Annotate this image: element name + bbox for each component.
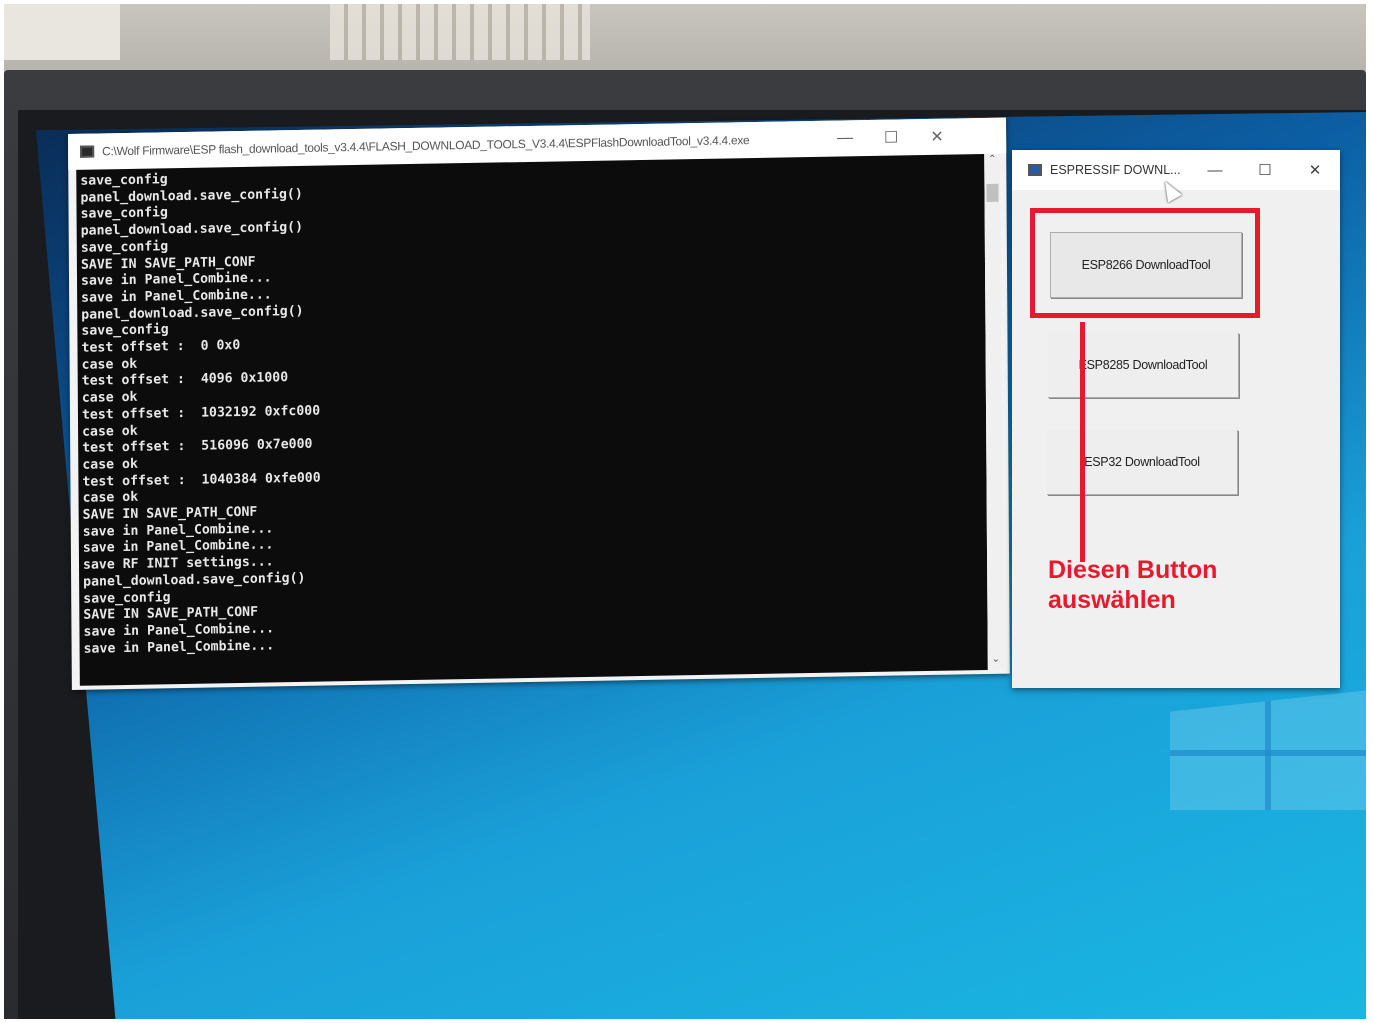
espressif-title: ESPRESSIF DOWNL... — [1050, 163, 1181, 177]
console-log: save_config panel_download.save_config() s… — [76, 154, 987, 658]
console-title: C:\Wolf Firmware\ESP flash_download_tool… — [102, 133, 750, 159]
scroll-down-icon[interactable]: ⌄ — [988, 654, 1004, 670]
annotation-highlight-box — [1030, 208, 1260, 318]
annotation-line2: auswählen — [1048, 586, 1176, 614]
espressif-close-button[interactable]: ✕ — [1290, 150, 1340, 190]
console-maximize-button[interactable]: ☐ — [868, 119, 914, 156]
photo: C:\Wolf Firmware\ESP flash_download_tool… — [0, 0, 1373, 1023]
console-scrollbar[interactable]: ⌃ ⌄ — [984, 153, 1004, 670]
scroll-thumb[interactable] — [986, 183, 999, 202]
scroll-up-icon[interactable]: ⌃ — [984, 154, 1000, 170]
console-close-button[interactable]: ✕ — [914, 118, 960, 155]
espressif-minimize-button[interactable]: — — [1190, 150, 1240, 190]
espressif-maximize-button[interactable]: ☐ — [1240, 150, 1290, 190]
espressif-app-icon — [1028, 164, 1042, 176]
annotation-line — [1080, 322, 1085, 562]
console-app-icon — [80, 145, 95, 158]
console-minimize-button[interactable]: — — [822, 120, 868, 157]
annotation-line1: Diesen Button — [1048, 556, 1218, 584]
esp8285-downloadtool-button[interactable]: ESP8285 DownloadTool — [1048, 333, 1239, 398]
annotation-text: Diesen Button auswählen — [1048, 555, 1217, 615]
console-output[interactable]: save_config panel_download.save_config() s… — [76, 154, 988, 686]
shelf — [330, 0, 590, 60]
console-window: C:\Wolf Firmware\ESP flash_download_tool… — [68, 117, 1010, 690]
esp32-downloadtool-button[interactable]: ESP32 DownloadTool — [1047, 430, 1238, 495]
wall-paper — [0, 0, 120, 60]
